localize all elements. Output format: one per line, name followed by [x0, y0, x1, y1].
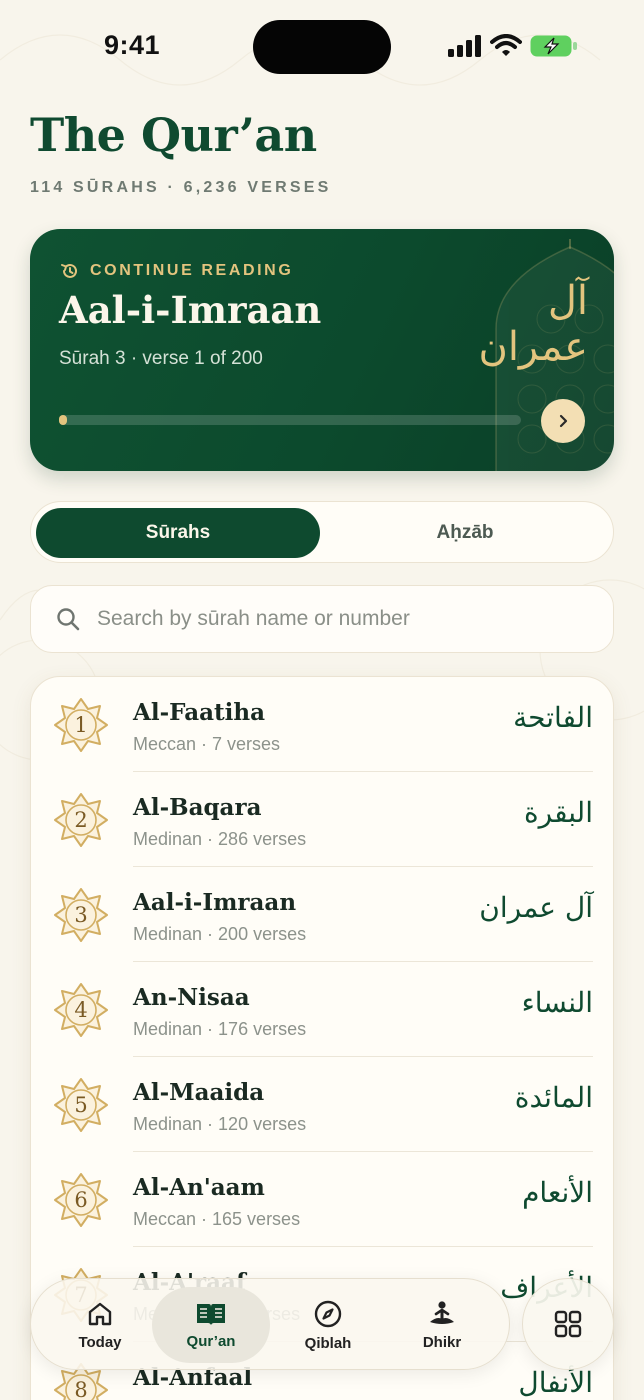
surah-meta: Meccan · 7 verses	[133, 734, 281, 754]
surah-name: Aal-i-Imraan	[133, 889, 297, 916]
tab-quran[interactable]: Qur’an	[152, 1287, 270, 1363]
status-icons	[448, 34, 578, 58]
cellular-signal-icon	[448, 35, 481, 57]
tab-qiblah-label: Qiblah	[304, 1334, 352, 1352]
surah-number: 3	[74, 903, 88, 927]
surah-meta: Medinan · 286 verses	[133, 829, 307, 849]
surah-number: 6	[74, 1188, 88, 1212]
tab-today[interactable]: Today	[41, 1287, 159, 1363]
continue-label-text: CONTINUE READING	[90, 262, 294, 279]
tab-ahzab[interactable]: Aḥzāb	[323, 508, 607, 558]
tab-dhikr[interactable]: Dhikr	[383, 1287, 501, 1363]
continue-surah-name: Aal-i-Imraan	[59, 288, 322, 332]
battery-charging-icon	[530, 35, 577, 57]
surah-name: Al-An'aam	[133, 1174, 265, 1201]
continue-surah-meta: Sūrah 3 · verse 1 of 200	[59, 348, 263, 369]
surah-row[interactable]: 3 Aal-i-Imraan Medinan · 200 verses آل ع…	[31, 867, 613, 962]
surah-meta: Medinan · 120 verses	[133, 1114, 307, 1134]
tab-qiblah[interactable]: Qiblah	[269, 1287, 387, 1363]
tab-today-label: Today	[78, 1333, 122, 1351]
surah-name: Al-Faatiha	[133, 699, 265, 726]
tab-surahs[interactable]: Sūrahs	[36, 508, 320, 558]
surah-number: 5	[74, 1093, 88, 1117]
surah-arabic-name: النساء	[521, 986, 593, 1019]
book-open-icon	[197, 1303, 225, 1325]
page-title: The Qur’an	[30, 108, 317, 162]
continue-surah-arabic: آل عمران	[478, 278, 588, 370]
wifi-icon	[490, 34, 522, 56]
meditation-icon	[430, 1300, 454, 1324]
status-bar: 9:41	[0, 0, 644, 96]
surah-meta: Meccan · 165 verses	[133, 1209, 301, 1229]
surah-name: An-Nisaa	[133, 984, 250, 1011]
dynamic-island	[253, 20, 391, 74]
search-input[interactable]	[97, 596, 597, 642]
bottom-tab-bar: Today Qur’an Qiblah Dhikr	[30, 1278, 510, 1370]
more-apps-button[interactable]	[522, 1278, 614, 1370]
surah-name: Al-Baqara	[133, 794, 262, 821]
surah-number: 1	[74, 713, 88, 737]
home-icon	[88, 1302, 112, 1325]
continue-reading-label: CONTINUE READING	[60, 261, 293, 281]
reading-progress-fill	[59, 415, 68, 425]
chevron-right-icon	[559, 414, 568, 428]
history-icon	[61, 263, 77, 278]
surah-arabic-name: البقرة	[523, 796, 593, 829]
compass-icon	[314, 1300, 342, 1327]
surah-row[interactable]: 6 Al-An'aam Meccan · 165 verses الأنعام	[31, 1152, 613, 1247]
tab-quran-label: Qur’an	[186, 1332, 236, 1350]
surah-arabic-name: المائدة	[514, 1081, 593, 1114]
continue-reading-button[interactable]	[541, 399, 585, 443]
search-bar	[30, 585, 614, 653]
surah-number: 4	[74, 998, 88, 1022]
tab-dhikr-label: Dhikr	[422, 1333, 462, 1351]
surah-arabic-name: الأنعام	[522, 1176, 593, 1209]
surah-row[interactable]: 5 Al-Maaida Medinan · 120 verses المائدة	[31, 1057, 613, 1152]
surah-arabic-name: آل عمران	[479, 891, 593, 924]
surah-row[interactable]: 2 Al-Baqara Medinan · 286 verses البقرة	[31, 772, 613, 867]
segmented-control: Sūrahs Aḥzāb	[30, 501, 614, 563]
surah-meta: Medinan · 200 verses	[133, 924, 307, 944]
page-subtitle: 114 SŪRAHS · 6,236 VERSES	[30, 179, 332, 196]
surah-row[interactable]: 4 An-Nisaa Medinan · 176 verses النساء	[31, 962, 613, 1057]
surah-name: Al-Maaida	[133, 1079, 265, 1106]
surah-meta: Medinan · 176 verses	[133, 1019, 307, 1039]
status-time: 9:41	[104, 30, 161, 60]
grid-icon	[554, 1310, 582, 1338]
reading-progress-bar	[59, 415, 521, 425]
surah-row[interactable]: 1 Al-Faatiha Meccan · 7 verses الفاتحة	[31, 677, 613, 772]
search-icon	[57, 608, 80, 631]
surah-arabic-name: الفاتحة	[513, 701, 593, 734]
surah-number: 2	[74, 808, 88, 832]
surah-arabic-name: الأنفال	[518, 1366, 593, 1399]
